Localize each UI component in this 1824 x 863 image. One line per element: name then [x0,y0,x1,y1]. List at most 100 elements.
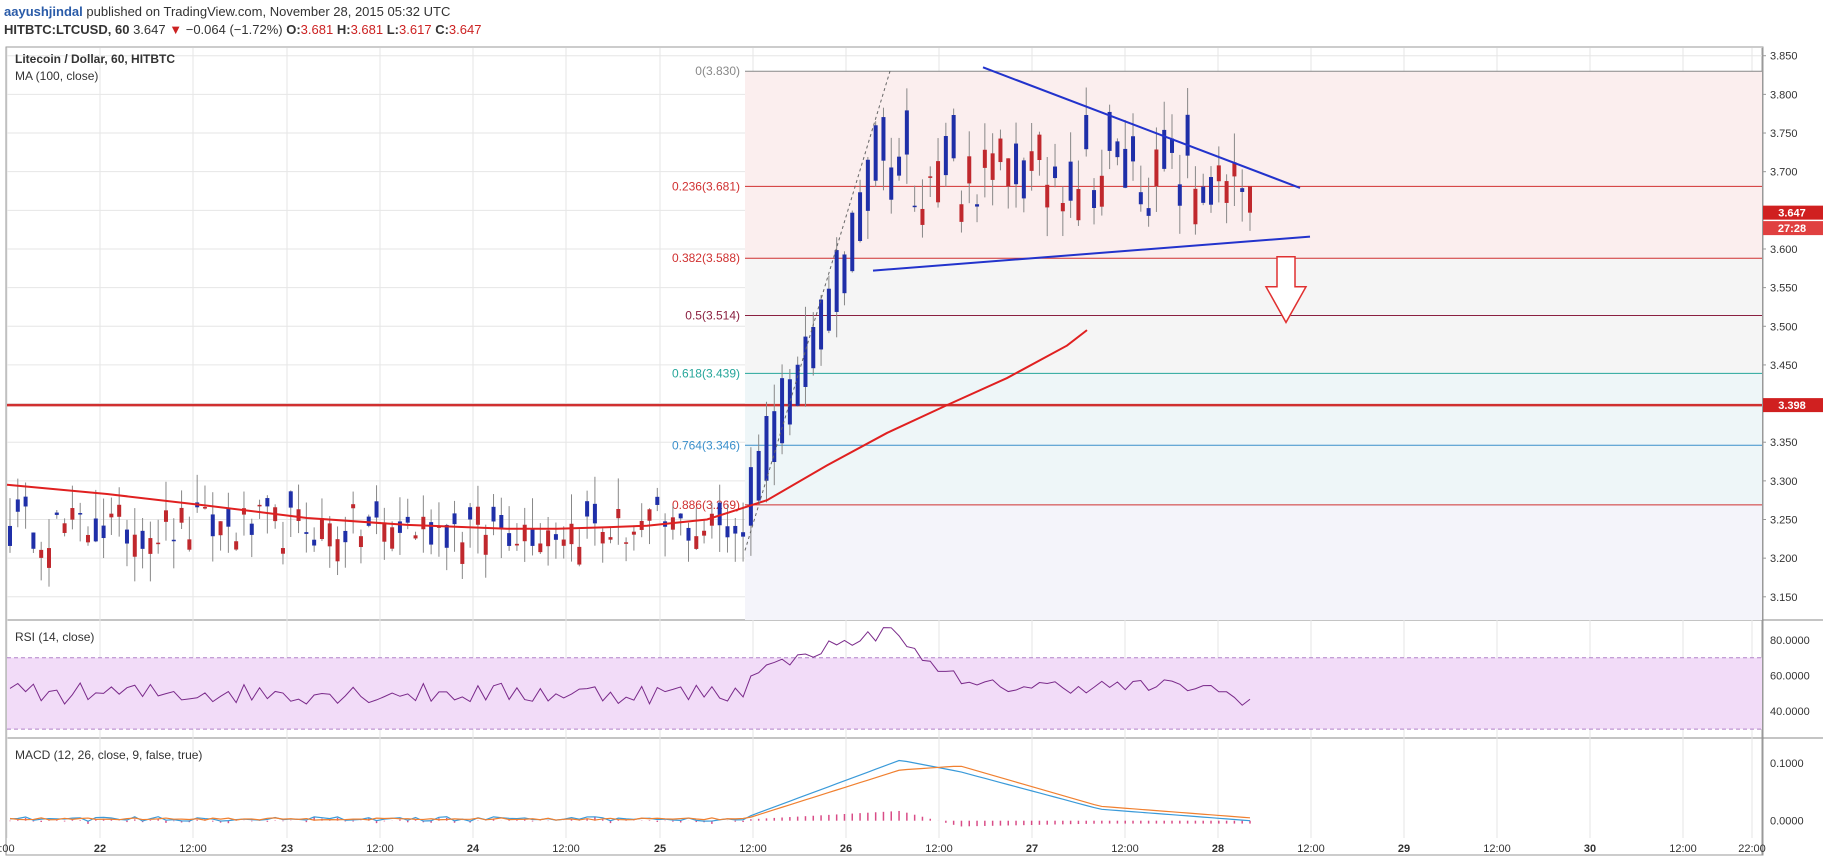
candle-body [920,208,925,225]
macd-pane-title: MACD (12, 26, close, 9, false, true) [15,748,202,762]
candle-body [156,542,161,545]
candle-body [842,254,847,294]
candle-body [1060,203,1065,212]
candle-body [507,533,512,546]
y-tick-label: 3.200 [1770,553,1798,565]
candle-body [296,509,301,521]
candle-body [1053,166,1058,179]
candle-body [1209,177,1214,205]
candle-body [772,411,777,462]
signal-line [9,765,1251,821]
candle-body [928,176,933,178]
candle-body [117,504,122,517]
candle-body [967,156,972,184]
candle-body [148,538,153,554]
candle-body [1076,189,1081,221]
candle-body [1037,134,1042,161]
candle-body [140,530,145,549]
y-tick-label: 3.300 [1770,476,1798,488]
candle-body [335,539,340,562]
candle-body [54,512,59,515]
candle-body [62,523,67,533]
candle-body [382,522,387,542]
candle-body [741,532,746,537]
candle-body [1248,186,1252,213]
y-tick-label: 3.850 [1770,51,1798,63]
x-tick-label: 12:00 [552,843,580,855]
price-axis: 3.8503.8003.7503.7003.6503.6003.5503.500… [1762,51,1823,604]
candle-body [881,117,886,161]
pane-titles: Litecoin / Dollar, 60, HITBTC MA (100, cl… [15,52,202,762]
candle-body [93,518,98,542]
candle-body [803,336,808,387]
candle-body [265,498,270,507]
candle-body [787,379,792,425]
candle-body [1115,141,1120,158]
rsi-tick-label: 40.0000 [1770,706,1810,718]
candle-body [23,496,28,507]
x-tick-label: 29 [1398,843,1410,855]
fib-label: 0(3.830) [695,64,740,78]
candle-body [15,499,20,512]
candle-body [460,542,465,564]
x-tick-label: 30 [1584,843,1596,855]
candle-body [1107,111,1112,151]
x-tick-label: 12:00 [739,843,767,855]
x-tick-label: 22:00 [1738,843,1766,855]
candle-body [390,527,395,549]
candle-body [897,156,902,176]
candle-body [569,523,574,545]
rsi-tick-label: 80.0000 [1770,635,1810,647]
candle-body [530,528,535,546]
candle-body [1216,165,1221,182]
candle-body [624,542,629,544]
candle-body [1201,186,1206,203]
candle-body [218,521,223,536]
x-tick-label: 12:00 [1111,843,1139,855]
x-tick-label: 28 [1212,843,1224,855]
candle-body [234,541,239,550]
candle-body [904,110,909,155]
fib-label: 0.764(3.346) [672,438,740,452]
candle-body [951,115,956,159]
candle-body [444,524,449,548]
y-tick-label: 3.350 [1770,437,1798,449]
chart-canvas[interactable]: 0(3.830) 0.236(3.681) 0.382(3.588) 0.5(3.51… [0,0,1824,863]
candle-body [936,161,941,203]
x-tick-label: 12:00 [1483,843,1511,855]
fib-label: 0.886(3.269) [672,498,740,512]
candle-body [1154,149,1159,187]
y-tick-label: 3.700 [1770,167,1798,179]
candle-body [990,153,995,180]
candle-body [577,546,582,565]
candle-body [163,510,168,522]
candle-body [343,530,348,543]
x-tick-label: 26 [840,843,852,855]
candle-body [351,504,356,509]
candle-body [8,525,12,546]
x-tick-label: 12:00 [179,843,207,855]
candle-body [132,534,137,557]
candle-body [327,523,332,547]
candle-body [109,513,114,518]
fib-shading [745,71,1762,620]
candle-body [483,534,488,555]
candle-body [85,534,90,543]
candle-body [1193,188,1198,225]
fib-zone-bottom [745,504,1762,620]
candle-body [210,514,215,537]
candle-body [561,539,566,546]
candle-body [312,539,317,546]
y-tick-label: 3.150 [1770,592,1798,604]
price-badge-label: 27:28 [1778,223,1806,235]
y-tick-label: 3.550 [1770,283,1798,295]
candle-body [748,467,753,526]
candle-body [1029,151,1034,171]
rsi-band [7,657,1762,730]
time-axis: :00 22 12:00 23 12:00 24 12:00 25 12:00 26 12:00 27… [0,843,1766,855]
candle-body [1185,114,1190,156]
candle-body [725,526,730,538]
candle-body [975,204,980,207]
rsi-tick-label: 60.0000 [1770,671,1810,683]
candle-body [1014,143,1019,185]
